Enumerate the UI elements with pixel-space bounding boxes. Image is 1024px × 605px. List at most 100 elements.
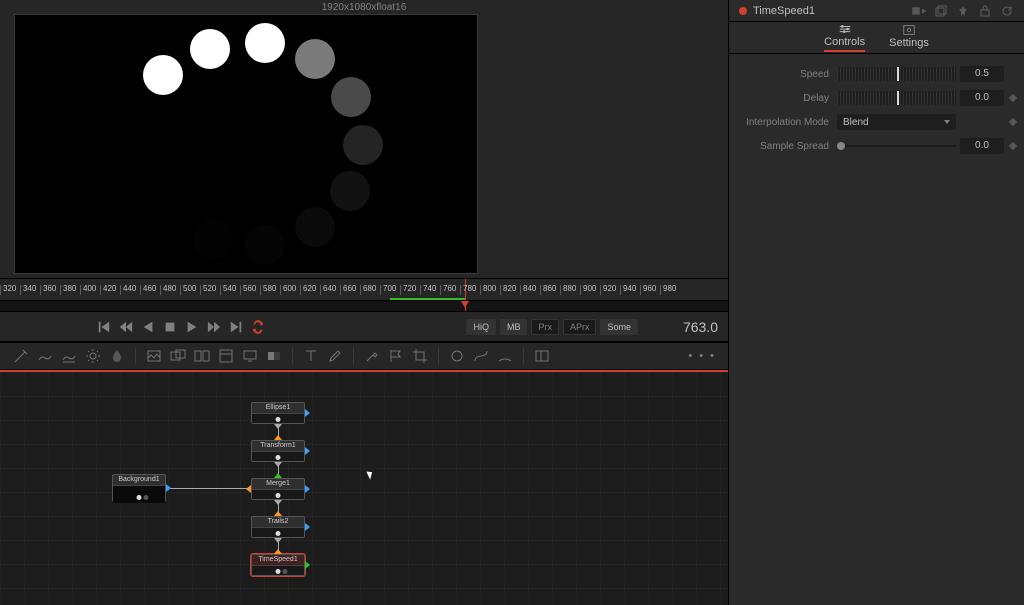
label: Delay: [737, 93, 837, 104]
tool-brightness-icon[interactable]: [84, 347, 102, 365]
tool-circle-icon[interactable]: [448, 347, 466, 365]
port-out-icon[interactable]: [274, 538, 282, 543]
speed-value[interactable]: 0.5: [960, 66, 1004, 82]
tool-blur-icon[interactable]: [108, 347, 126, 365]
pin-icon[interactable]: [956, 4, 970, 18]
tool-brush2-icon[interactable]: [326, 347, 344, 365]
port-mask-icon[interactable]: [305, 485, 310, 493]
current-frame[interactable]: 763.0: [658, 319, 718, 335]
node-title: TimeSpeed1: [252, 555, 304, 565]
port-mask-icon[interactable]: [305, 447, 310, 455]
tool-arc-icon[interactable]: [496, 347, 514, 365]
quality-prx[interactable]: Prx: [531, 319, 559, 335]
play-button[interactable]: [183, 319, 201, 335]
port-mask-icon[interactable]: [305, 409, 310, 417]
tool-img2-icon[interactable]: [169, 347, 187, 365]
flow-graph[interactable]: Ellipse1 Transform1 Merge1 Background1: [0, 370, 728, 605]
tool-flag-icon[interactable]: [387, 347, 405, 365]
tool-stroke2-icon[interactable]: [60, 347, 78, 365]
label: Interpolation Mode: [737, 117, 837, 128]
view-dot-icon[interactable]: [276, 417, 281, 422]
ruler-tick: 560: [240, 285, 260, 295]
stop-button[interactable]: [161, 319, 179, 335]
play-reverse-button[interactable]: [139, 319, 157, 335]
port-mask-icon[interactable]: [305, 523, 310, 531]
node-title: Merge1: [252, 479, 304, 489]
tool-stroke-icon[interactable]: [36, 347, 54, 365]
keyframe-toggle[interactable]: [1009, 94, 1017, 102]
tool-layout-icon[interactable]: [533, 347, 551, 365]
viewer-canvas[interactable]: [14, 14, 478, 274]
tool-screens-icon[interactable]: [193, 347, 211, 365]
spread-slider[interactable]: [837, 139, 956, 153]
ruler-tick: 840: [520, 285, 540, 295]
step-forward-button[interactable]: [205, 319, 223, 335]
scrub-bar[interactable]: [0, 300, 728, 312]
speed-slider[interactable]: [837, 67, 956, 81]
node-ellipse[interactable]: Ellipse1: [251, 402, 305, 424]
tool-text-icon[interactable]: [302, 347, 320, 365]
reset-icon[interactable]: [1000, 4, 1014, 18]
keyframe-toggle[interactable]: [1009, 118, 1017, 126]
tool-wand-icon[interactable]: [12, 347, 30, 365]
view-dot-icon[interactable]: [276, 531, 281, 536]
ruler-tick: 980: [660, 285, 680, 295]
interp-select[interactable]: Blend: [837, 114, 956, 130]
node-trails[interactable]: Trails2: [251, 516, 305, 538]
step-back-button[interactable]: [117, 319, 135, 335]
node-timespeed[interactable]: TimeSpeed1: [251, 554, 305, 576]
go-start-button[interactable]: [95, 319, 113, 335]
ruler-tick: 320: [0, 285, 20, 295]
node-background[interactable]: Background1: [112, 474, 166, 502]
go-end-button[interactable]: [227, 319, 245, 335]
scrub-playhead[interactable]: [465, 301, 466, 311]
time-ruler[interactable]: 3203403603804004204404604805005205405605…: [0, 278, 728, 300]
tool-crop-icon[interactable]: [411, 347, 429, 365]
quality-mb[interactable]: MB: [500, 319, 528, 335]
lock-icon[interactable]: [978, 4, 992, 18]
flow-toolbar: • • •: [0, 342, 728, 370]
port-out-icon[interactable]: [274, 424, 282, 429]
delay-value[interactable]: 0.0: [960, 90, 1004, 106]
tool-curve-icon[interactable]: [472, 347, 490, 365]
tool-eyedrop-icon[interactable]: [363, 347, 381, 365]
port-out-icon[interactable]: [274, 462, 282, 467]
port-in-icon[interactable]: [274, 549, 282, 554]
quality-aprx[interactable]: APrx: [563, 319, 597, 335]
ruler-tick: 620: [300, 285, 320, 295]
delay-slider[interactable]: [837, 91, 956, 105]
new-window-icon[interactable]: [934, 4, 948, 18]
tool-gradient-icon[interactable]: [265, 347, 283, 365]
port-in-icon[interactable]: [274, 473, 282, 478]
record-indicator-icon[interactable]: [739, 7, 747, 15]
port-in-icon[interactable]: [274, 435, 282, 440]
ruler-tick: 760: [440, 285, 460, 295]
port-in-icon[interactable]: [274, 511, 282, 516]
quality-some[interactable]: Some: [600, 319, 638, 335]
view-dot-icon[interactable]: [137, 495, 142, 500]
node-transform[interactable]: Transform1: [251, 440, 305, 462]
ruler-tick: 360: [40, 285, 60, 295]
port-in-icon[interactable]: [246, 485, 251, 493]
view-dot-icon[interactable]: [276, 455, 281, 460]
quality-hiq[interactable]: HiQ: [466, 319, 496, 335]
port-mask-icon[interactable]: [305, 561, 310, 569]
tab-controls[interactable]: Controls: [824, 23, 865, 52]
view-dot-icon[interactable]: [276, 569, 281, 574]
keyframe-toggle[interactable]: [1009, 142, 1017, 150]
tool-window-icon[interactable]: [217, 347, 235, 365]
loop-button[interactable]: [249, 319, 267, 335]
view-dot-icon[interactable]: [276, 493, 281, 498]
port-mask-icon[interactable]: [166, 484, 171, 492]
tab-settings[interactable]: Settings: [889, 24, 929, 51]
trail-dot: [143, 55, 183, 95]
versions-button[interactable]: [912, 4, 926, 18]
tool-monitor-icon[interactable]: [241, 347, 259, 365]
view-dot-icon[interactable]: [144, 495, 149, 500]
spread-value[interactable]: 0.0: [960, 138, 1004, 154]
port-out-icon[interactable]: [274, 500, 282, 505]
flow-menu-button[interactable]: • • •: [688, 350, 716, 362]
view-dot-icon[interactable]: [283, 569, 288, 574]
node-merge[interactable]: Merge1: [251, 478, 305, 500]
tool-img1-icon[interactable]: [145, 347, 163, 365]
